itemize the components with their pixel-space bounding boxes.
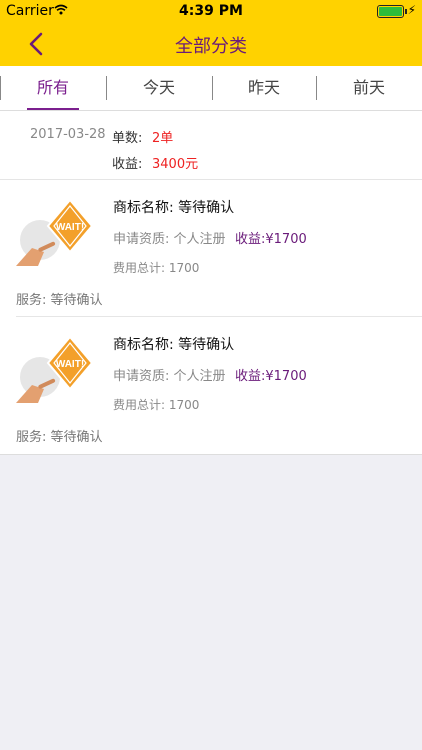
- tab-yesterday[interactable]: 昨天: [212, 66, 316, 110]
- active-tab-indicator: [27, 108, 79, 110]
- tab-label: 昨天: [247, 78, 280, 97]
- wait-sign-text: WAIT!: [56, 359, 84, 370]
- order-item[interactable]: WAIT! 商标名称: 等待确认 申请资质: 个人注册 收益:¥1700 费用总…: [0, 317, 422, 454]
- charging-icon: ⚡: [407, 3, 416, 17]
- tab-today[interactable]: 今天: [106, 66, 212, 110]
- page-title: 全部分类: [175, 36, 247, 57]
- wait-sign-icon: WAIT!: [16, 198, 92, 266]
- summary-date: 2017-03-28: [30, 127, 106, 142]
- order-income: 收益:¥1700: [235, 232, 307, 247]
- clock: 4:39 PM: [179, 3, 243, 19]
- tab-day-before[interactable]: 前天: [316, 66, 422, 110]
- order-count-label: 单数:: [112, 131, 143, 146]
- nav-bar: 全部分类: [0, 22, 422, 66]
- wait-sign-icon: WAIT!: [16, 335, 92, 403]
- tab-label: 所有: [36, 78, 69, 97]
- daily-summary: 2017-03-28 单数: 2单 收益: 3400元: [0, 111, 422, 180]
- trademark-name: 商标名称: 等待确认: [113, 200, 235, 216]
- income-label: 收益:: [112, 157, 143, 172]
- header: Carrier 4:39 PM ⚡ 全部分类: [0, 0, 422, 66]
- status-bar: Carrier 4:39 PM ⚡: [0, 0, 422, 22]
- service-status: 服务: 等待确认: [16, 293, 103, 308]
- order-list: WAIT! 商标名称: 等待确认 申请资质: 个人注册 收益:¥1700 费用总…: [0, 180, 422, 455]
- battery-icon: [377, 5, 407, 18]
- tab-bar: 所有 今天 昨天 前天: [0, 66, 422, 111]
- wait-sign-text: WAIT!: [56, 222, 84, 233]
- order-item[interactable]: WAIT! 商标名称: 等待确认 申请资质: 个人注册 收益:¥1700 费用总…: [0, 180, 422, 317]
- tab-label: 前天: [352, 78, 385, 97]
- qualification: 申请资质: 个人注册: [113, 369, 226, 384]
- order-income: 收益:¥1700: [235, 369, 307, 384]
- order-count-value: 2单: [152, 131, 174, 146]
- service-status: 服务: 等待确认: [16, 430, 103, 445]
- tab-divider: [0, 76, 1, 100]
- tab-all[interactable]: 所有: [0, 66, 106, 110]
- tab-label: 今天: [142, 78, 175, 97]
- income-value: 3400元: [152, 157, 199, 172]
- fee-total: 费用总计: 1700: [113, 261, 200, 275]
- qualification: 申请资质: 个人注册: [113, 232, 226, 247]
- trademark-name: 商标名称: 等待确认: [113, 337, 235, 353]
- fee-total: 费用总计: 1700: [113, 398, 200, 412]
